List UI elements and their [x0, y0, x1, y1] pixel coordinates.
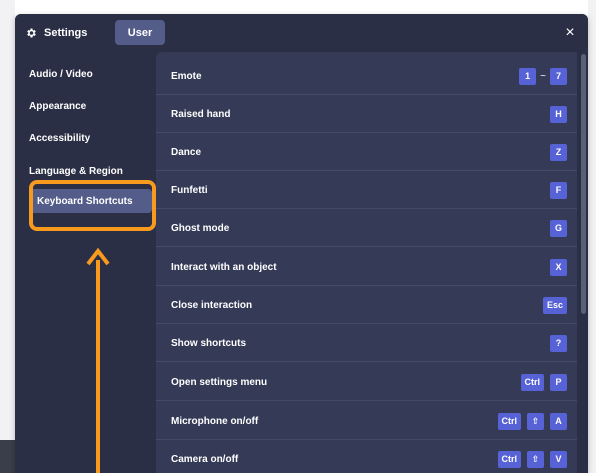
sidebar-item-accessibility[interactable]: Accessibility	[17, 126, 152, 150]
shift-key-icon: ⇧	[527, 450, 544, 468]
key-badge: 7	[550, 67, 567, 85]
close-icon[interactable]: ×	[560, 23, 580, 43]
key-badge: F	[550, 181, 567, 199]
shortcut-row-microphone: Microphone on/off Ctrl ⇧ A	[156, 402, 577, 440]
key-badge: Esc	[542, 296, 567, 314]
key-group: 1 ~ 7	[513, 57, 567, 95]
key-badge: Ctrl	[520, 373, 544, 391]
scrollbar-thumb[interactable]	[581, 54, 586, 314]
sidebar-item-label: Audio / Video	[29, 68, 93, 80]
background-right	[588, 0, 596, 473]
range-separator: ~	[540, 70, 546, 82]
shortcut-row-raised-hand: Raised hand H	[156, 95, 577, 133]
sidebar-item-label: Appearance	[29, 100, 87, 112]
key-group: Ctrl P	[515, 363, 567, 401]
shortcut-row-emote: Emote 1 ~ 7	[156, 57, 577, 95]
sidebar-item-label: Accessibility	[29, 132, 91, 144]
shortcut-label: Camera on/off	[171, 453, 239, 465]
shortcut-label: Dance	[171, 146, 202, 158]
shortcut-row-interact: Interact with an object X	[156, 248, 577, 286]
shortcut-label: Funfetti	[171, 184, 208, 196]
shortcut-row-close-interaction: Close interaction Esc	[156, 286, 577, 324]
key-badge: X	[550, 258, 567, 276]
key-group: Esc	[537, 286, 567, 324]
key-badge: 1	[519, 67, 537, 85]
key-group: Z	[544, 133, 567, 171]
key-group: Ctrl ⇧ V	[492, 440, 567, 473]
key-group: Ctrl ⇧ A	[492, 402, 567, 440]
shortcut-label: Show shortcuts	[171, 337, 247, 349]
shortcut-label: Open settings menu	[171, 376, 268, 388]
modal-header: Settings User ×	[15, 14, 588, 52]
key-badge: Z	[550, 143, 567, 161]
shortcuts-list: Emote 1 ~ 7 Raised hand H Dance Z Funfet…	[156, 52, 577, 473]
key-group: X	[544, 248, 567, 286]
sidebar-item-label: Language & Region	[29, 165, 123, 177]
key-badge: P	[550, 373, 567, 391]
key-badge: Ctrl	[497, 412, 521, 430]
shortcut-label: Raised hand	[171, 108, 231, 120]
key-badge: Ctrl	[497, 450, 521, 468]
shortcut-row-ghost-mode: Ghost mode G	[156, 209, 577, 247]
highlight-box	[29, 180, 156, 231]
gear-icon	[27, 28, 36, 38]
arrow-up-icon	[86, 248, 110, 473]
shift-key-icon: ⇧	[527, 412, 544, 430]
key-group: ?	[544, 324, 567, 362]
key-group: G	[544, 209, 567, 247]
key-group: H	[544, 95, 567, 133]
shortcut-label: Ghost mode	[171, 222, 230, 234]
shortcut-label: Close interaction	[171, 299, 253, 311]
shortcut-row-open-settings: Open settings menu Ctrl P	[156, 363, 577, 401]
key-group: F	[544, 171, 567, 209]
background-bottom-left	[0, 440, 15, 473]
background-left	[0, 0, 15, 473]
key-badge: H	[550, 105, 567, 123]
key-badge: A	[550, 412, 567, 430]
sidebar-item-appearance[interactable]: Appearance	[17, 94, 152, 118]
sidebar-item-audio-video[interactable]: Audio / Video	[17, 62, 152, 86]
key-badge: ?	[550, 334, 567, 352]
settings-label: Settings	[44, 27, 88, 39]
shortcut-row-funfetti: Funfetti F	[156, 171, 577, 209]
shortcut-row-show-shortcuts: Show shortcuts ?	[156, 324, 577, 362]
shortcut-row-camera: Camera on/off Ctrl ⇧ V	[156, 440, 577, 473]
shortcut-row-dance: Dance Z	[156, 133, 577, 171]
settings-tab[interactable]: Settings	[25, 22, 87, 44]
scrollbar[interactable]	[579, 52, 588, 473]
shortcut-label: Emote	[171, 70, 202, 82]
key-badge: G	[550, 219, 567, 237]
shortcut-label: Interact with an object	[171, 261, 277, 273]
shortcut-label: Microphone on/off	[171, 415, 259, 427]
user-tab[interactable]: User	[115, 20, 165, 45]
key-badge: V	[550, 450, 567, 468]
